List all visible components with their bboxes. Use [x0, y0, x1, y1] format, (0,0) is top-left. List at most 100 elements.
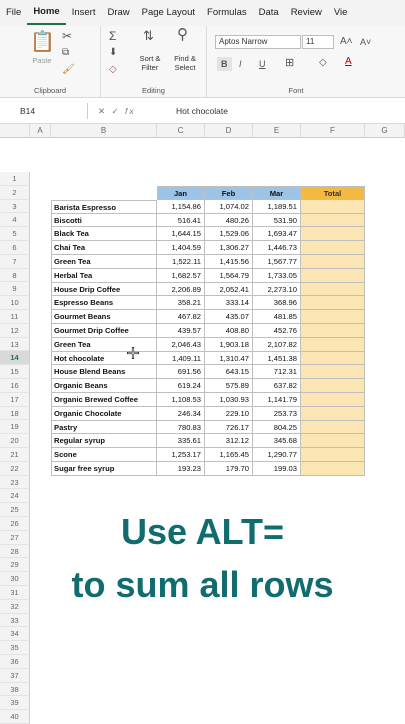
- feb-value-cell[interactable]: 2,052.41: [205, 282, 253, 297]
- row-header-37[interactable]: 37: [0, 668, 30, 683]
- product-name-cell[interactable]: Chai Tea: [51, 241, 157, 255]
- fx-icon[interactable]: ✕ ✓ fx: [98, 103, 136, 119]
- row-header-13[interactable]: 13: [0, 337, 30, 352]
- fill-icon[interactable]: ⬇: [109, 47, 117, 59]
- tab-insert[interactable]: Insert: [66, 0, 102, 26]
- row-header-33[interactable]: 33: [0, 613, 30, 628]
- mar-value-cell[interactable]: 199.03: [253, 462, 301, 476]
- product-name-cell[interactable]: Gourmet Beans: [51, 310, 157, 324]
- product-name-cell[interactable]: Sugar free syrup: [51, 462, 157, 476]
- row-header-12[interactable]: 12: [0, 323, 30, 338]
- row-header-36[interactable]: 36: [0, 655, 30, 669]
- sort-filter-icon[interactable]: ⇅: [143, 29, 154, 42]
- header-feb[interactable]: Feb: [205, 186, 253, 200]
- find-select-button[interactable]: Find & Select: [168, 54, 202, 72]
- feb-value-cell[interactable]: 333.14: [205, 296, 253, 311]
- row-header-4[interactable]: 4: [0, 213, 30, 228]
- copy-icon[interactable]: ⧉: [62, 47, 69, 59]
- jan-value-cell[interactable]: 1,644.15: [157, 227, 205, 242]
- mar-value-cell[interactable]: 804.25: [253, 420, 301, 435]
- total-cell[interactable]: [301, 213, 365, 228]
- product-name-cell[interactable]: Gourmet Drip Coffee: [51, 324, 157, 338]
- mar-value-cell[interactable]: 253.73: [253, 406, 301, 421]
- underline-button[interactable]: U: [259, 58, 266, 70]
- product-name-cell[interactable]: Biscotti: [51, 213, 157, 228]
- tab-vie[interactable]: Vie: [328, 0, 354, 26]
- total-cell[interactable]: [301, 448, 365, 462]
- feb-value-cell[interactable]: 435.07: [205, 310, 253, 324]
- product-name-cell[interactable]: Organic Chocolate: [51, 406, 157, 421]
- mar-value-cell[interactable]: 1,290.77: [253, 448, 301, 462]
- product-name-cell[interactable]: Organic Beans: [51, 379, 157, 393]
- product-name-cell[interactable]: Green Tea: [51, 255, 157, 269]
- formula-input[interactable]: Hot chocolate: [176, 103, 228, 119]
- row-header-24[interactable]: 24: [0, 489, 30, 504]
- header-mar[interactable]: Mar: [253, 186, 301, 200]
- jan-value-cell[interactable]: 246.34: [157, 406, 205, 421]
- tab-draw[interactable]: Draw: [101, 0, 135, 26]
- total-cell[interactable]: [301, 351, 365, 366]
- column-header-c[interactable]: C: [157, 124, 205, 138]
- feb-value-cell[interactable]: 1,030.93: [205, 393, 253, 407]
- row-header-20[interactable]: 20: [0, 434, 30, 448]
- mar-value-cell[interactable]: 452.76: [253, 324, 301, 338]
- jan-value-cell[interactable]: 467.82: [157, 310, 205, 324]
- jan-value-cell[interactable]: 1,522.11: [157, 255, 205, 269]
- row-header-7[interactable]: 7: [0, 254, 30, 269]
- jan-value-cell[interactable]: 2,206.89: [157, 282, 205, 297]
- product-name-cell[interactable]: Barista Espresso: [51, 199, 157, 214]
- feb-value-cell[interactable]: 312.12: [205, 434, 253, 449]
- autosum-icon[interactable]: Σ: [109, 30, 116, 42]
- row-header-21[interactable]: 21: [0, 448, 30, 462]
- column-header-d[interactable]: D: [205, 124, 253, 138]
- jan-value-cell[interactable]: 2,046.43: [157, 337, 205, 352]
- total-cell[interactable]: [301, 420, 365, 435]
- total-cell[interactable]: [301, 227, 365, 242]
- product-name-cell[interactable]: Hot chocolate: [51, 351, 157, 366]
- total-cell[interactable]: [301, 393, 365, 407]
- total-cell[interactable]: [301, 241, 365, 255]
- product-name-cell[interactable]: Black Tea: [51, 227, 157, 242]
- header-jan[interactable]: Jan: [157, 186, 205, 200]
- total-cell[interactable]: [301, 379, 365, 393]
- mar-value-cell[interactable]: 637.82: [253, 379, 301, 393]
- row-header-10[interactable]: 10: [0, 296, 30, 310]
- feb-value-cell[interactable]: 1,306.27: [205, 241, 253, 255]
- tab-review[interactable]: Review: [285, 0, 328, 26]
- mar-value-cell[interactable]: 1,189.51: [253, 199, 301, 214]
- paste-button[interactable]: Paste: [22, 56, 62, 65]
- row-header-38[interactable]: 38: [0, 682, 30, 697]
- row-header-22[interactable]: 22: [0, 461, 30, 476]
- jan-value-cell[interactable]: 1,682.57: [157, 268, 205, 283]
- header-total[interactable]: Total: [301, 186, 365, 200]
- font-size-select[interactable]: 11: [302, 35, 334, 49]
- jan-value-cell[interactable]: 193.23: [157, 462, 205, 476]
- feb-value-cell[interactable]: 480.26: [205, 213, 253, 228]
- mar-value-cell[interactable]: 1,451.38: [253, 351, 301, 366]
- format-painter-icon[interactable]: 🖌: [62, 64, 75, 76]
- feb-value-cell[interactable]: 1,564.79: [205, 268, 253, 283]
- feb-value-cell[interactable]: 1,165.45: [205, 448, 253, 462]
- jan-value-cell[interactable]: 1,154.86: [157, 199, 205, 214]
- total-cell[interactable]: [301, 406, 365, 421]
- tab-home[interactable]: Home: [27, 1, 66, 25]
- total-cell[interactable]: [301, 310, 365, 324]
- column-header-b[interactable]: B: [51, 124, 157, 138]
- row-header-8[interactable]: 8: [0, 268, 30, 283]
- product-name-cell[interactable]: Organic Brewed Coffee: [51, 393, 157, 407]
- row-header-23[interactable]: 23: [0, 475, 30, 490]
- tab-data[interactable]: Data: [253, 0, 285, 26]
- product-name-cell[interactable]: Herbal Tea: [51, 268, 157, 283]
- total-cell[interactable]: [301, 462, 365, 476]
- row-header-39[interactable]: 39: [0, 696, 30, 711]
- total-cell[interactable]: [301, 199, 365, 214]
- clear-icon[interactable]: ◇: [109, 64, 117, 76]
- mar-value-cell[interactable]: 1,733.05: [253, 268, 301, 283]
- total-cell[interactable]: [301, 337, 365, 352]
- mar-value-cell[interactable]: 1,693.47: [253, 227, 301, 242]
- row-header-1[interactable]: 1: [0, 172, 30, 186]
- row-header-2[interactable]: 2: [0, 185, 30, 200]
- mar-value-cell[interactable]: 345.68: [253, 434, 301, 449]
- sort-filter-button[interactable]: Sort & Filter: [135, 54, 165, 72]
- row-header-19[interactable]: 19: [0, 420, 30, 435]
